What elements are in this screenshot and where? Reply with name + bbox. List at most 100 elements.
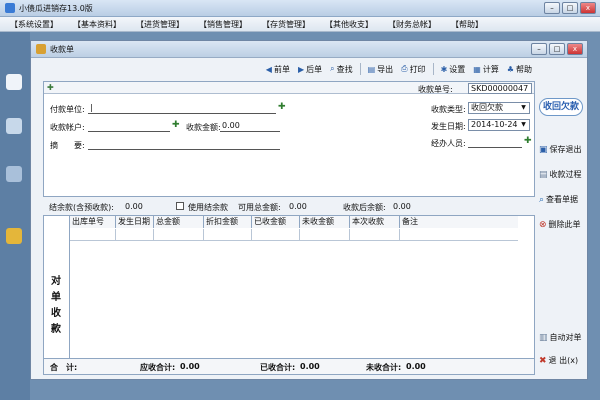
type-select[interactable]: 收回欠款 ▼ [468,102,530,114]
amount-field[interactable]: 0.00 [220,121,280,132]
table-cell[interactable] [70,229,116,241]
print-button[interactable]: ⎙ 打印 [398,64,428,75]
child-maximize-button[interactable]: □ [549,43,565,55]
usable-label: 可用总金额: [238,203,281,212]
tools-icon[interactable] [6,118,22,134]
menu-sales[interactable]: 【销售管理】 [193,18,253,31]
delete-icon: ⊗ [539,219,547,230]
form-header: ✚ [44,82,534,94]
table-cell[interactable] [204,229,252,241]
use-balance-label: 使用结余款 [188,203,228,212]
reconcile-grid: 对 单 收 款 出库单号 发生日期 总金额 折扣金额 已收金额 未收金额 本次收… [43,215,535,375]
payer-label: 付款单位: [50,105,85,114]
home-icon[interactable] [6,74,22,90]
menu-system-settings[interactable]: 【系统设置】 [4,18,64,31]
table-cell[interactable] [300,229,350,241]
calculator-icon: ▦ [473,64,481,74]
app-title: 小债瓜进销存13.0版 [19,3,93,13]
handler-field[interactable] [468,137,522,148]
balance-value: 0.00 [125,202,143,211]
menu-finance-ledger[interactable]: 【财务总帐】 [382,18,442,31]
receipt-icon [36,44,46,54]
use-balance-checkbox[interactable] [176,202,184,210]
table-cell[interactable] [116,229,154,241]
table-cell[interactable] [252,229,300,241]
menu-inventory[interactable]: 【存货管理】 [256,18,316,31]
menu-purchase[interactable]: 【进货管理】 [130,18,190,31]
date-label: 发生日期: [431,122,466,131]
menu-other-income-expense[interactable]: 【其他收支】 [319,18,379,31]
auto-reconcile-button[interactable]: ▥ 自动对单 [539,332,582,343]
chevron-down-icon: ▼ [521,104,526,111]
received-label: 已收合计: [260,363,296,372]
side-char: 款 [51,324,61,335]
payer-select-icon[interactable]: ✚ [278,102,286,112]
help-button[interactable]: ♣ 帮助 [504,64,535,75]
column-header[interactable]: 备注 [400,216,518,228]
next-button[interactable]: ▶ 后单 [295,64,325,75]
receipt-no-label: 收款单号: [418,85,453,94]
side-char: 收 [51,308,61,319]
receipt-process-button[interactable]: ▤ 收款过程 [539,169,582,180]
close-button[interactable]: x [580,2,596,14]
help-icon: ♣ [506,64,514,74]
column-header[interactable]: 已收金额 [252,216,300,228]
grid-header: 出库单号 发生日期 总金额 折扣金额 已收金额 未收金额 本次收款 备注 [70,216,518,228]
menu-basic-data[interactable]: 【基本资料】 [67,18,127,31]
balance-label: 结余款(含预收款): [49,203,114,212]
column-header[interactable]: 未收金额 [300,216,350,228]
binoculars-icon: ⌕ [330,64,335,73]
prev-button[interactable]: ◀ 前单 [263,64,293,75]
printer-icon: ⎙ [401,64,408,73]
grid-side-label: 对 单 收 款 [44,216,70,358]
column-header[interactable]: 折扣金额 [204,216,252,228]
module-icon[interactable] [6,166,22,182]
column-header[interactable]: 总金额 [154,216,204,228]
settings-button[interactable]: ✱ 设置 [438,64,469,75]
account-field[interactable] [88,121,170,132]
save-exit-button[interactable]: ▣ 保存退出 [539,144,582,155]
column-header[interactable]: 本次收款 [350,216,400,228]
table-cell[interactable] [400,229,518,241]
child-minimize-button[interactable]: – [531,43,547,55]
date-picker[interactable]: 2014-10-24 ▼ [468,119,530,131]
table-cell[interactable] [154,229,204,241]
folder-icon[interactable] [6,228,22,244]
table-cell[interactable] [350,229,400,241]
export-button[interactable]: ▤ 导出 [365,64,397,75]
receipt-no-field[interactable]: SKD00000047 [468,83,532,94]
export-icon: ▤ [367,64,376,74]
chevron-down-icon: ▼ [521,121,526,128]
menu-help[interactable]: 【帮助】 [445,18,489,31]
column-header[interactable]: 出库单号 [70,216,116,228]
view-document-button[interactable]: ⌕ 查看单据 [539,194,578,205]
maximize-button[interactable]: □ [562,2,578,14]
handler-select-icon[interactable]: ✚ [524,136,532,146]
total-label: 合 计: [50,363,78,372]
search-icon: ⌕ [539,194,545,205]
minimize-button[interactable]: – [544,2,560,14]
child-close-button[interactable]: x [567,43,583,55]
receipt-form: ✚ 收款单号: SKD00000047 付款单位: | ✚ 收款类型: 收回欠款… [43,81,535,197]
account-select-icon[interactable]: ✚ [172,120,180,130]
amount-label: 收款金额: [186,123,221,132]
close-icon: ✖ [539,355,547,366]
menu-bar: 【系统设置】 【基本资料】 【进货管理】 【销售管理】 【存货管理】 【其他收支… [0,17,600,32]
expand-arrow-icon[interactable]: ✚ [47,83,54,92]
exit-button[interactable]: ✖ 退 出(x) [539,355,578,366]
memo-label: 摘 要: [50,141,85,150]
delete-document-button[interactable]: ⊗ 删除此单 [539,219,581,230]
table-row[interactable] [70,229,518,241]
settings-icon: ✱ [440,64,448,74]
memo-field[interactable] [88,139,280,150]
payer-field[interactable]: | [88,103,276,114]
receipt-window-title: 收款单 [50,44,74,54]
toolbar: ◀ 前单 ▶ 后单 ⌕ 查找 ▤ 导出 ⎙ 打印 ✱ 设置 ▦ 计算 ♣ 帮助 [31,61,587,77]
receipt-window-title-bar: 收款单 – □ x [31,41,587,58]
account-label: 收款帐户: [50,123,85,132]
column-header[interactable]: 发生日期 [116,216,154,228]
receipt-window: 收款单 – □ x ◀ 前单 ▶ 后单 ⌕ 查找 ▤ 导出 ⎙ 打印 ✱ 设置 ▦ 计算 ♣ 帮… [30,40,588,380]
calculator-button[interactable]: ▦ 计算 [470,64,502,75]
after-value: 0.00 [393,202,411,211]
find-button[interactable]: ⌕ 查找 [327,64,355,75]
